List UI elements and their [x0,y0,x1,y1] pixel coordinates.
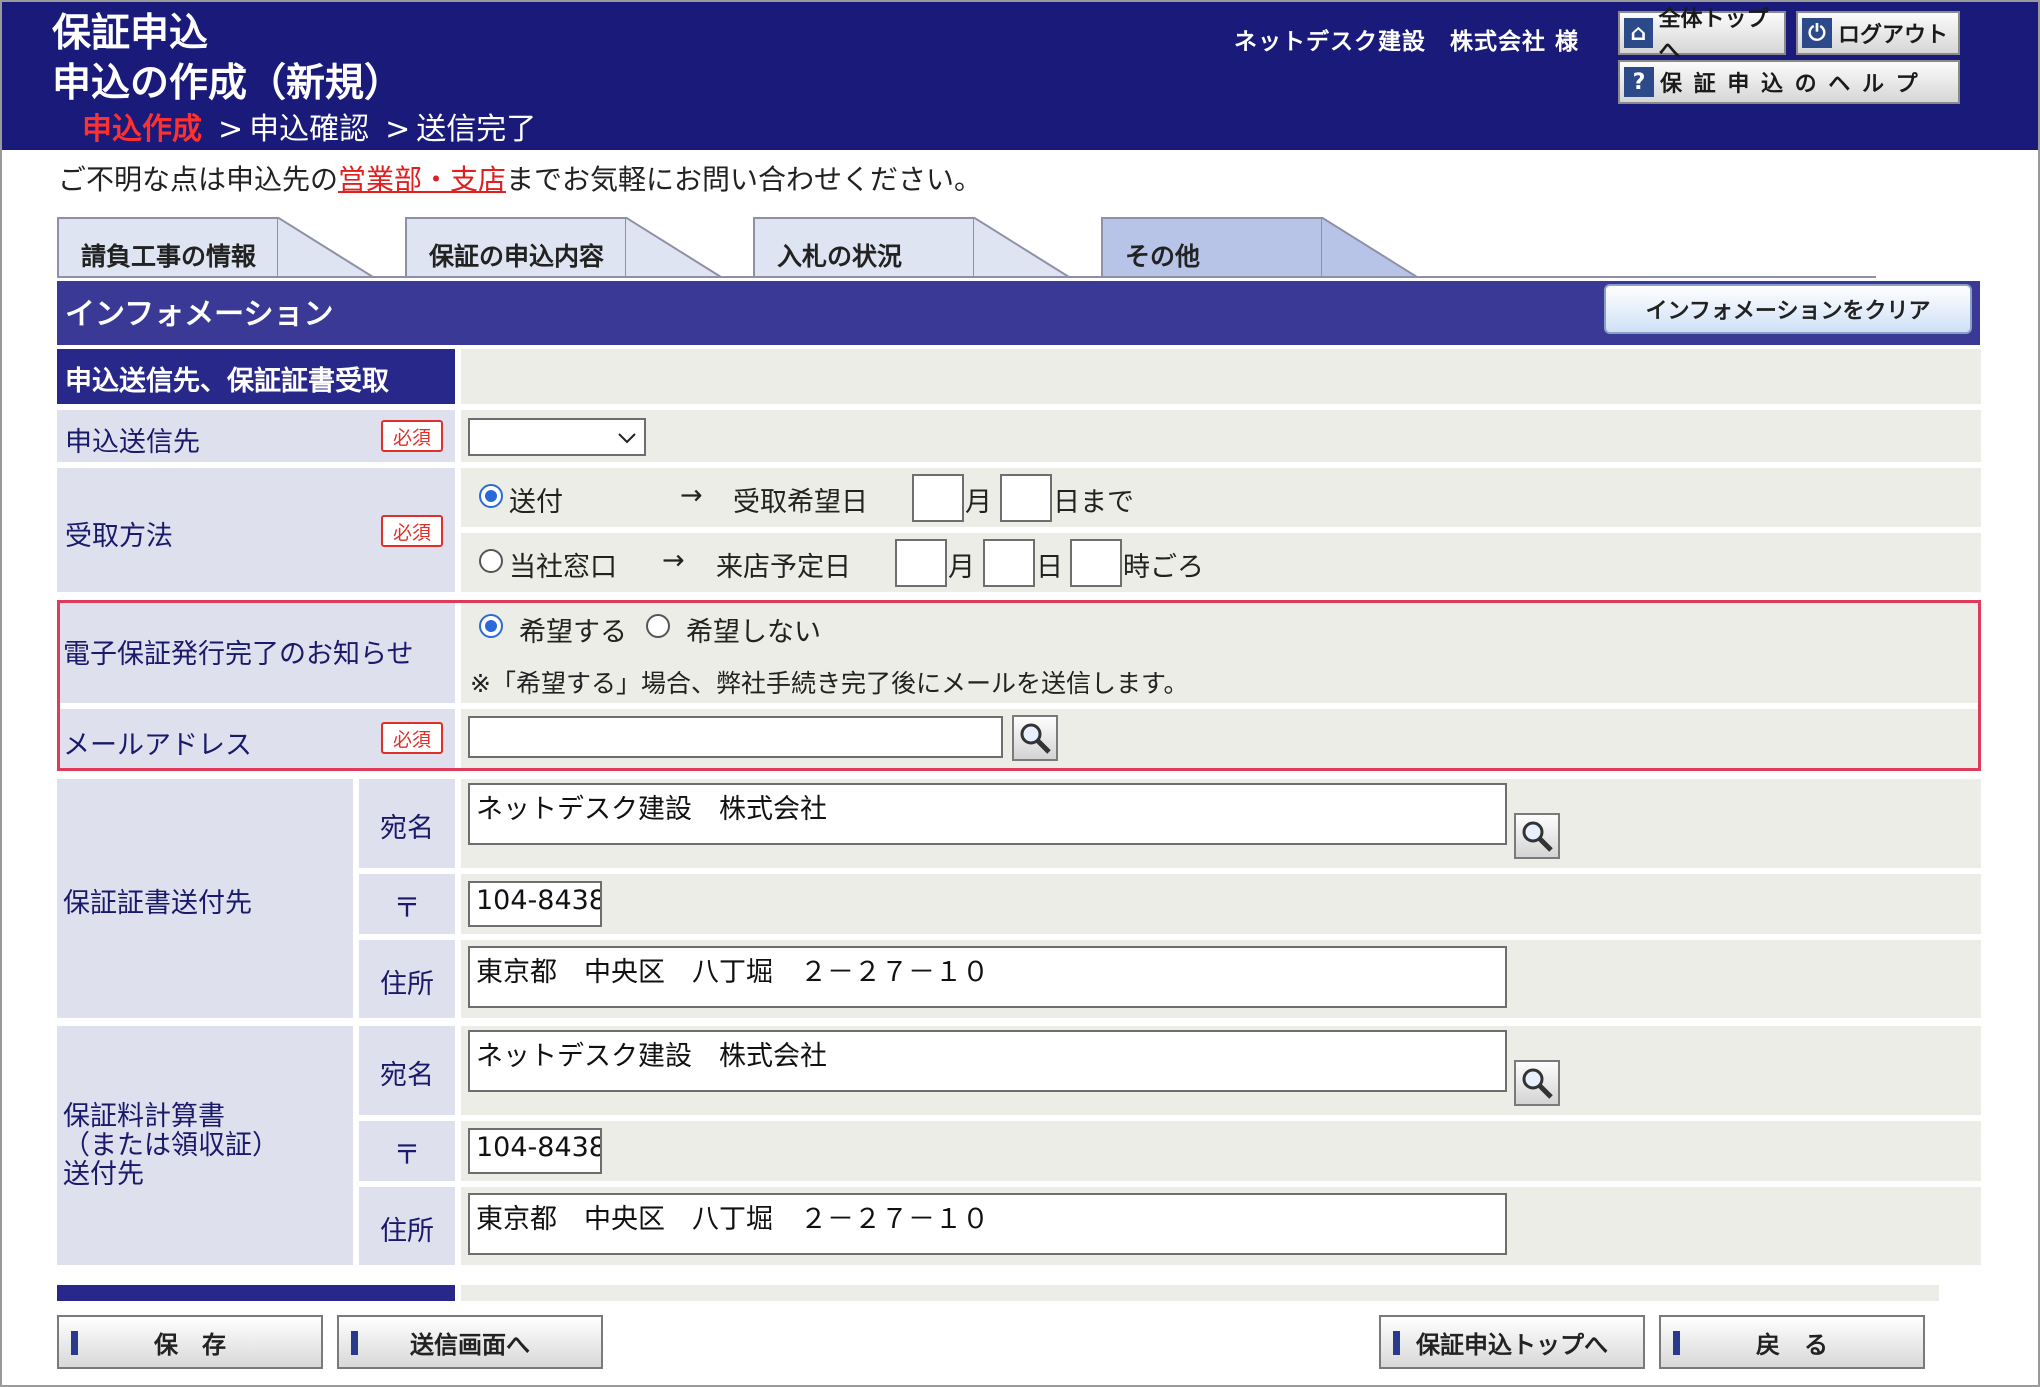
cert-dest-label: 保証証書送付先 [57,779,353,1018]
tab-baseline [57,276,1876,278]
fee-name-input[interactable]: ネットデスク建設 株式会社 [468,1030,1507,1092]
page-subtitle: 申込の作成（新規） [52,61,404,106]
section-blank [461,349,1981,404]
visit-month-input[interactable] [895,539,947,587]
tab-slant [973,217,1073,278]
visit-date-label: 来店予定日 [716,552,851,583]
fee-dest-label: 保証料計算書 （または領収証） 送付先 [57,1026,353,1265]
radio-send-label: 送付 [509,487,563,518]
clear-information-button[interactable]: インフォメーションをクリア [1604,284,1972,334]
radio-counter-label: 当社窓口 [509,552,617,583]
tab-slant [625,217,725,278]
save-button[interactable]: 保 存 [57,1315,323,1369]
step-complete: 送信完了 [416,112,537,147]
highlight-frame [57,600,1981,771]
required-badge: 必須 [381,515,443,547]
cert-addr-label: 住所 [359,940,455,1018]
branch-link[interactable]: 営業部・支店 [338,163,506,196]
cert-zip-label: 〒 [359,874,455,934]
chevron-down-icon [618,433,636,444]
visit-hour-input[interactable] [1070,539,1122,587]
cert-addr-input[interactable]: 東京都 中央区 八丁堀 ２－２７－１０ [468,946,1507,1008]
cert-zip-input[interactable]: 104-8438 [468,881,602,927]
visit-day-input[interactable] [983,539,1035,587]
fee-zip-input[interactable]: 104-8438 [468,1128,602,1174]
arrow-text: → [680,480,703,511]
help-icon: ? [1624,67,1654,97]
fee-zip-cell [461,1121,1981,1181]
cert-name-label: 宛名 [359,779,455,868]
tab-other[interactable]: その他 [1101,217,1323,277]
cert-zip-cell [461,874,1981,934]
tab-slant [1321,217,1421,278]
guarantee-top-button[interactable]: 保証申込トップへ [1379,1315,1645,1369]
fee-name-label: 宛名 [359,1026,455,1115]
user-name: ネットデスク建設 株式会社 様 [1234,29,1580,55]
page-title: 保証申込 [52,11,209,56]
help-button[interactable]: ? 保 証 申 込 の ヘ ル プ [1618,60,1960,104]
search-icon [1522,821,1553,852]
next-section-header [57,1285,455,1301]
tab-slant [277,217,377,278]
step-current: 申込作成 [82,112,202,147]
fee-addr-input[interactable]: 東京都 中央区 八丁堀 ２－２７－１０ [468,1193,1507,1255]
home-icon: ⌂ [1624,18,1653,48]
desired-day-input[interactable] [1000,474,1052,522]
contact-notice: ご不明な点は申込先の営業部・支店までお気軽にお問い合わせください。 [58,163,983,196]
desired-date-label: 受取希望日 [733,487,868,518]
send-to-select[interactable] [468,418,646,456]
fee-name-search-button[interactable] [1514,1060,1560,1106]
information-title: インフォメーション [65,297,334,332]
send-screen-button[interactable]: 送信画面へ [337,1315,603,1369]
breadcrumb: 申込作成 > 申込確認 > 送信完了 [82,112,537,147]
fee-zip-label: 〒 [359,1121,455,1181]
tab-contract-info[interactable]: 請負工事の情報 [57,217,279,277]
radio-send[interactable] [479,484,503,508]
radio-counter[interactable] [479,549,503,573]
fee-addr-label: 住所 [359,1187,455,1265]
top-page-button[interactable]: ⌂ 全体トップへ [1618,7,1786,64]
desired-month-input[interactable] [912,474,964,522]
logout-button[interactable]: ⏻ ログアウト [1796,11,1960,55]
section-title: 申込送信先、保証証書受取 [57,349,455,404]
step-confirm: 申込確認 [249,112,370,147]
required-badge: 必須 [381,420,443,452]
back-button[interactable]: 戻 る [1659,1315,1925,1369]
next-section-cell [461,1285,1939,1301]
cert-name-input[interactable]: ネットデスク建設 株式会社 [468,783,1507,845]
send-to-cell [461,410,1981,462]
receive-row-counter [461,533,1981,592]
page-header: 保証申込 申込の作成（新規） 申込作成 > 申込確認 > 送信完了 ネットデスク建設 株… [2,2,2038,150]
search-icon [1522,1068,1553,1099]
power-icon: ⏻ [1802,18,1832,48]
tab-bid-status[interactable]: 入札の状況 [753,217,975,277]
tab-guarantee[interactable]: 保証の申込内容 [405,217,627,277]
cert-name-search-button[interactable] [1514,813,1560,859]
